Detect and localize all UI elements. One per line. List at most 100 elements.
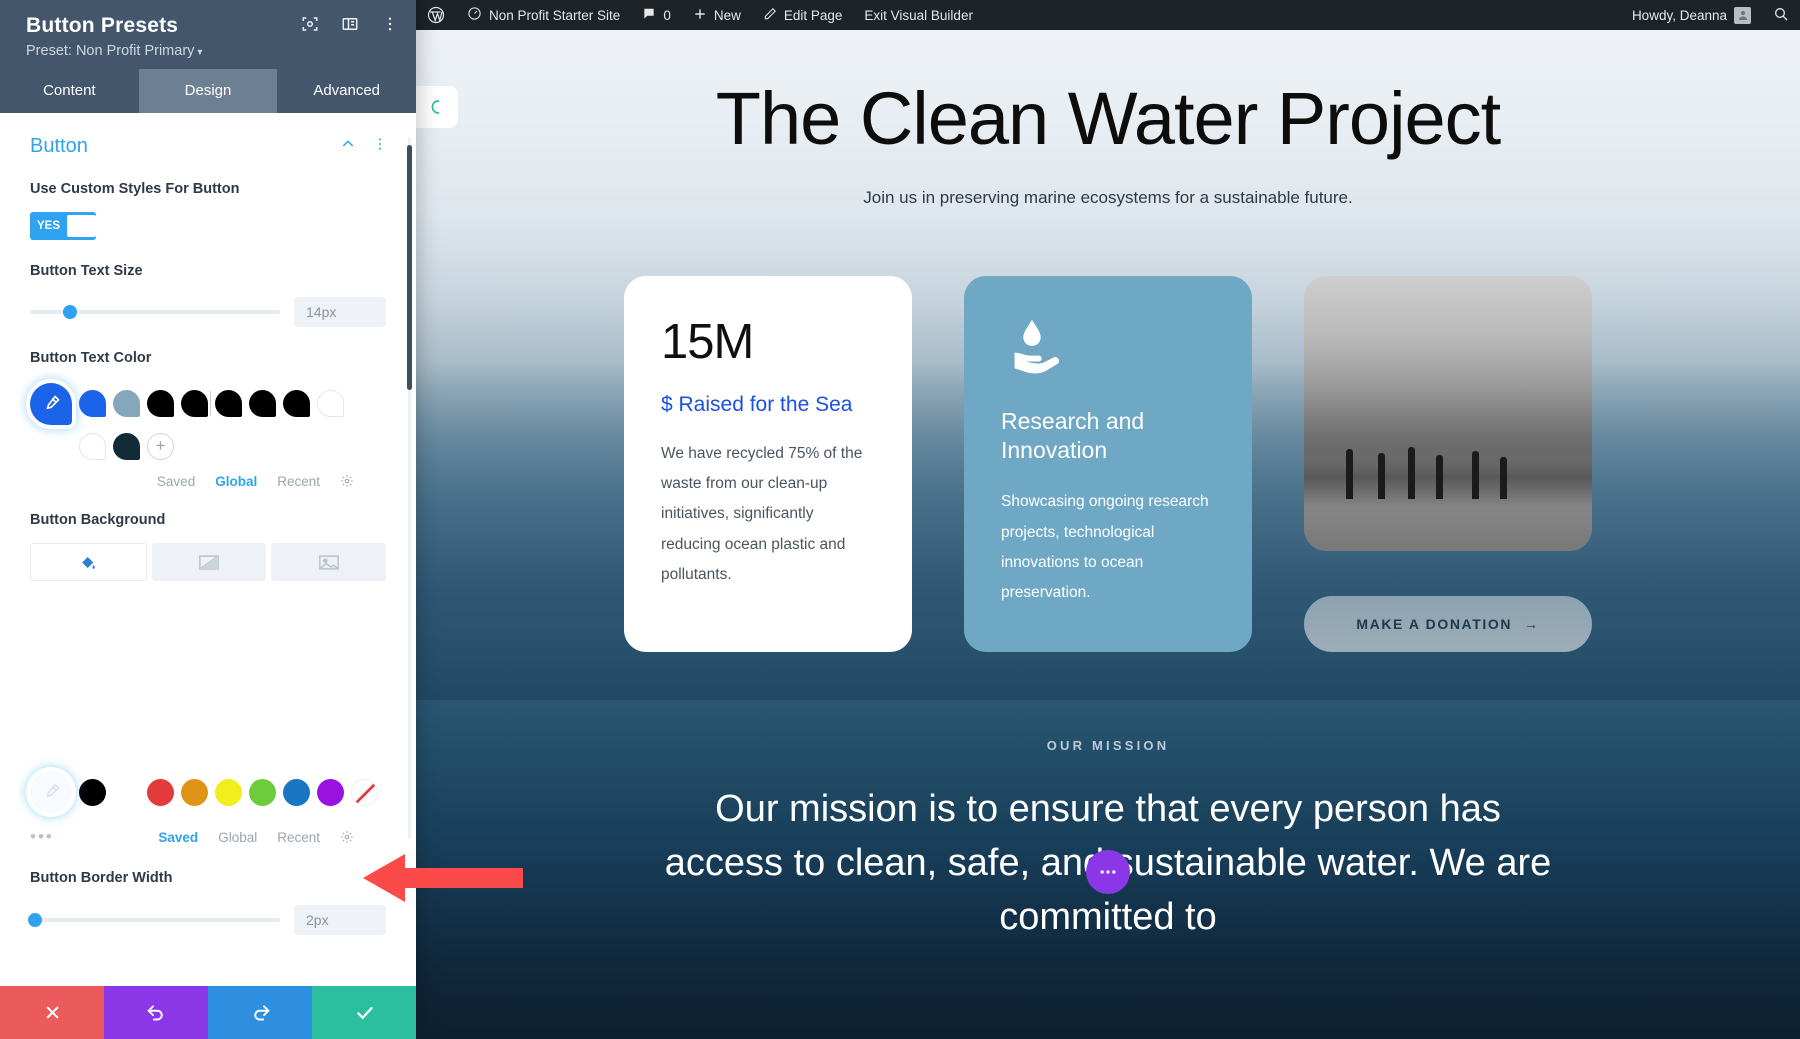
custom-styles-label: Use Custom Styles For Button xyxy=(30,181,240,197)
photo-figure xyxy=(1500,457,1507,499)
palette-red[interactable] xyxy=(147,778,174,806)
palette-purple[interactable] xyxy=(317,778,344,806)
site-name-button[interactable]: Non Profit Starter Site xyxy=(456,0,631,30)
background-color-picker-eyedropper[interactable] xyxy=(30,771,72,814)
comment-count: 0 xyxy=(663,7,671,23)
screen-root: Non Profit Starter Site 0 New Edit Page xyxy=(0,0,1800,1039)
palette-white[interactable] xyxy=(113,778,140,806)
divi-side-tab[interactable] xyxy=(416,86,458,128)
field-button-border-width: Button Border Width 2px xyxy=(0,869,416,935)
new-button[interactable]: New xyxy=(682,0,752,30)
toggle-value: YES xyxy=(37,219,61,232)
redo-button[interactable] xyxy=(208,986,312,1039)
stat-number: 15M xyxy=(661,315,754,369)
panel-header: Button Presets Preset: Non Profit Primar… xyxy=(0,0,416,69)
panel-tabs: Content Design Advanced xyxy=(0,69,416,113)
add-color-button[interactable]: + xyxy=(147,432,174,460)
panel-action-bar xyxy=(0,986,416,1039)
text-size-slider[interactable] xyxy=(30,305,280,320)
stat-kicker: $ Raised for the Sea xyxy=(661,393,853,416)
source-tab-global[interactable]: Global xyxy=(215,474,257,489)
wp-logo-button[interactable] xyxy=(416,0,456,30)
palette-black[interactable] xyxy=(79,778,106,806)
swatch-steel[interactable] xyxy=(113,390,140,418)
source-tab-recent[interactable]: Recent xyxy=(277,474,320,489)
builder-fab-button[interactable] xyxy=(1086,850,1130,894)
background-source-tabs: Saved Global Recent xyxy=(158,830,354,845)
panel-preset-dropdown[interactable]: Preset: Non Profit Primary ▾ xyxy=(26,43,398,59)
border-width-label: Button Border Width xyxy=(30,870,173,887)
text-size-input[interactable]: 14px xyxy=(294,297,386,328)
source-tab-recent[interactable]: Recent xyxy=(277,830,320,845)
undo-button[interactable] xyxy=(104,986,208,1039)
swatch-black[interactable] xyxy=(283,390,310,418)
border-width-row: 2px xyxy=(28,904,386,935)
source-tab-saved[interactable]: Saved xyxy=(157,474,195,489)
feature-card: Research and Innovation Showcasing ongoi… xyxy=(964,276,1252,652)
palette-more-button[interactable]: ••• xyxy=(30,827,54,847)
swatch-white[interactable] xyxy=(79,432,106,460)
swatch-white[interactable] xyxy=(317,390,344,418)
swatch-blue[interactable] xyxy=(79,390,106,418)
slider-knob[interactable] xyxy=(63,305,77,320)
exit-visual-builder-button[interactable]: Exit Visual Builder xyxy=(853,0,984,30)
new-label: New xyxy=(713,7,741,23)
arrow-right-icon: → xyxy=(1524,616,1540,632)
more-vertical-icon[interactable] xyxy=(380,14,400,34)
make-a-donation-button[interactable]: MAKE A DONATION → xyxy=(1304,596,1592,652)
swatch-dark-navy[interactable] xyxy=(113,432,140,460)
image-icon[interactable] xyxy=(271,543,387,582)
cancel-button[interactable] xyxy=(0,986,104,1039)
chevron-up-icon[interactable] xyxy=(340,136,356,157)
panel-header-icons xyxy=(300,14,400,34)
howdy-menu[interactable]: Howdy, Deanna xyxy=(1621,0,1762,30)
custom-styles-toggle[interactable]: YES xyxy=(30,211,96,240)
tab-content[interactable]: Content xyxy=(0,69,139,113)
mission-section: OUR MISSION Our mission is to ensure tha… xyxy=(416,738,1800,945)
source-tab-saved[interactable]: Saved xyxy=(158,830,198,845)
palette-yellow[interactable] xyxy=(215,778,242,806)
save-button[interactable] xyxy=(312,986,416,1039)
tab-advanced[interactable]: Advanced xyxy=(277,69,416,113)
donate-label: MAKE A DONATION xyxy=(1356,616,1513,632)
search-button[interactable] xyxy=(1762,0,1800,30)
gear-icon[interactable] xyxy=(340,474,354,488)
source-tab-global[interactable]: Global xyxy=(218,830,257,845)
palette-orange[interactable] xyxy=(181,778,208,806)
scrollbar-thumb[interactable] xyxy=(407,145,412,390)
page-canvas: The Clean Water Project Join us in prese… xyxy=(416,30,1800,1039)
palette-green[interactable] xyxy=(249,778,276,806)
section-icons xyxy=(340,136,388,157)
swatch-black[interactable] xyxy=(210,390,242,418)
beach-photo xyxy=(1304,276,1592,551)
exit-label: Exit Visual Builder xyxy=(864,7,973,23)
photo-figure xyxy=(1408,447,1415,499)
palette-blue[interactable] xyxy=(283,778,310,806)
more-vertical-icon[interactable] xyxy=(372,136,388,157)
text-color-swatches-row2: + xyxy=(30,432,386,460)
swatch-black[interactable] xyxy=(147,390,174,418)
edit-page-button[interactable]: Edit Page xyxy=(752,0,854,30)
button-section-header: Button xyxy=(0,113,416,158)
slider-knob[interactable] xyxy=(28,912,42,927)
paint-bucket-icon[interactable] xyxy=(30,543,147,582)
toggle-knob xyxy=(67,214,96,237)
border-width-slider[interactable] xyxy=(28,912,280,927)
howdy-label: Howdy, Deanna xyxy=(1631,7,1727,23)
settings-panel: Button Presets Preset: Non Profit Primar… xyxy=(0,0,416,1039)
comments-button[interactable]: 0 xyxy=(631,0,682,30)
panel-body: Button Use Custom Styles For Button YES … xyxy=(0,113,416,1039)
swatch-black[interactable] xyxy=(249,390,276,418)
text-size-label: Button Text Size xyxy=(30,262,143,279)
focus-icon[interactable] xyxy=(300,14,320,34)
gradient-icon[interactable] xyxy=(151,543,267,582)
tab-design[interactable]: Design xyxy=(138,69,278,113)
field-button-text-size: Button Text Size 14px xyxy=(0,262,416,328)
palette-transparent[interactable] xyxy=(351,778,378,806)
color-picker-eyedropper[interactable] xyxy=(30,382,72,425)
gear-icon[interactable] xyxy=(340,830,354,844)
layout-columns-icon[interactable] xyxy=(340,14,360,34)
swatch-black[interactable] xyxy=(181,390,208,418)
field-button-text-color: Button Text Color + Saved Global Recent xyxy=(0,349,416,489)
text-color-swatches xyxy=(30,382,386,425)
